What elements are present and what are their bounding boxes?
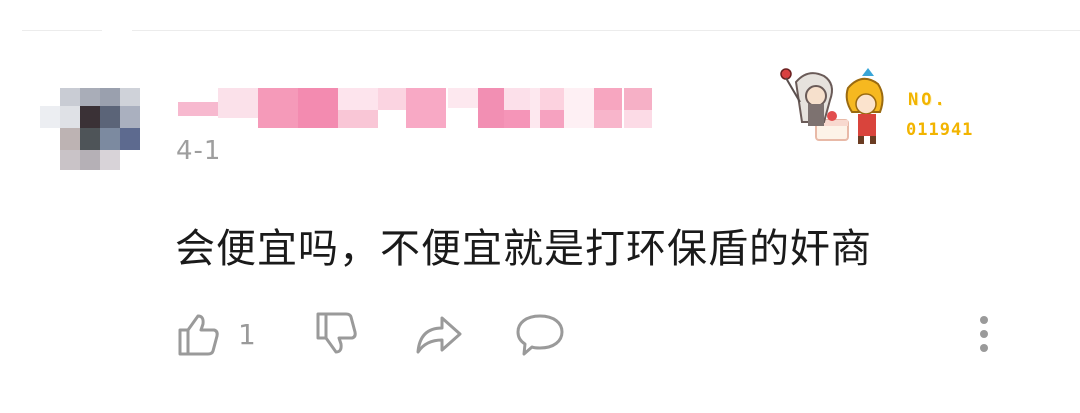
badge-label: NO. [908, 90, 948, 110]
like-button[interactable] [174, 310, 222, 362]
badge-characters-icon [780, 68, 884, 144]
dislike-button[interactable] [312, 310, 360, 362]
like-count: 1 [238, 318, 256, 351]
username[interactable] [178, 88, 652, 132]
more-options-button[interactable] [974, 310, 994, 362]
comment-actions: 1 [0, 304, 1080, 364]
reply-button[interactable] [514, 310, 566, 362]
thumbs-up-icon [178, 314, 219, 356]
top-divider [22, 30, 1080, 31]
more-vertical-icon [980, 316, 988, 352]
comment-icon [516, 314, 564, 356]
share-button[interactable] [414, 310, 464, 362]
avatar[interactable] [40, 88, 144, 172]
share-icon [416, 316, 462, 354]
comment-text: 会便宜吗，不便宜就是打环保盾的奸商 [175, 226, 872, 272]
thumbs-down-icon [316, 312, 357, 354]
comment-date: 4-1 [176, 136, 222, 166]
fan-badge[interactable]: NO. 011941 [778, 62, 998, 152]
badge-number: 011941 [906, 120, 974, 140]
